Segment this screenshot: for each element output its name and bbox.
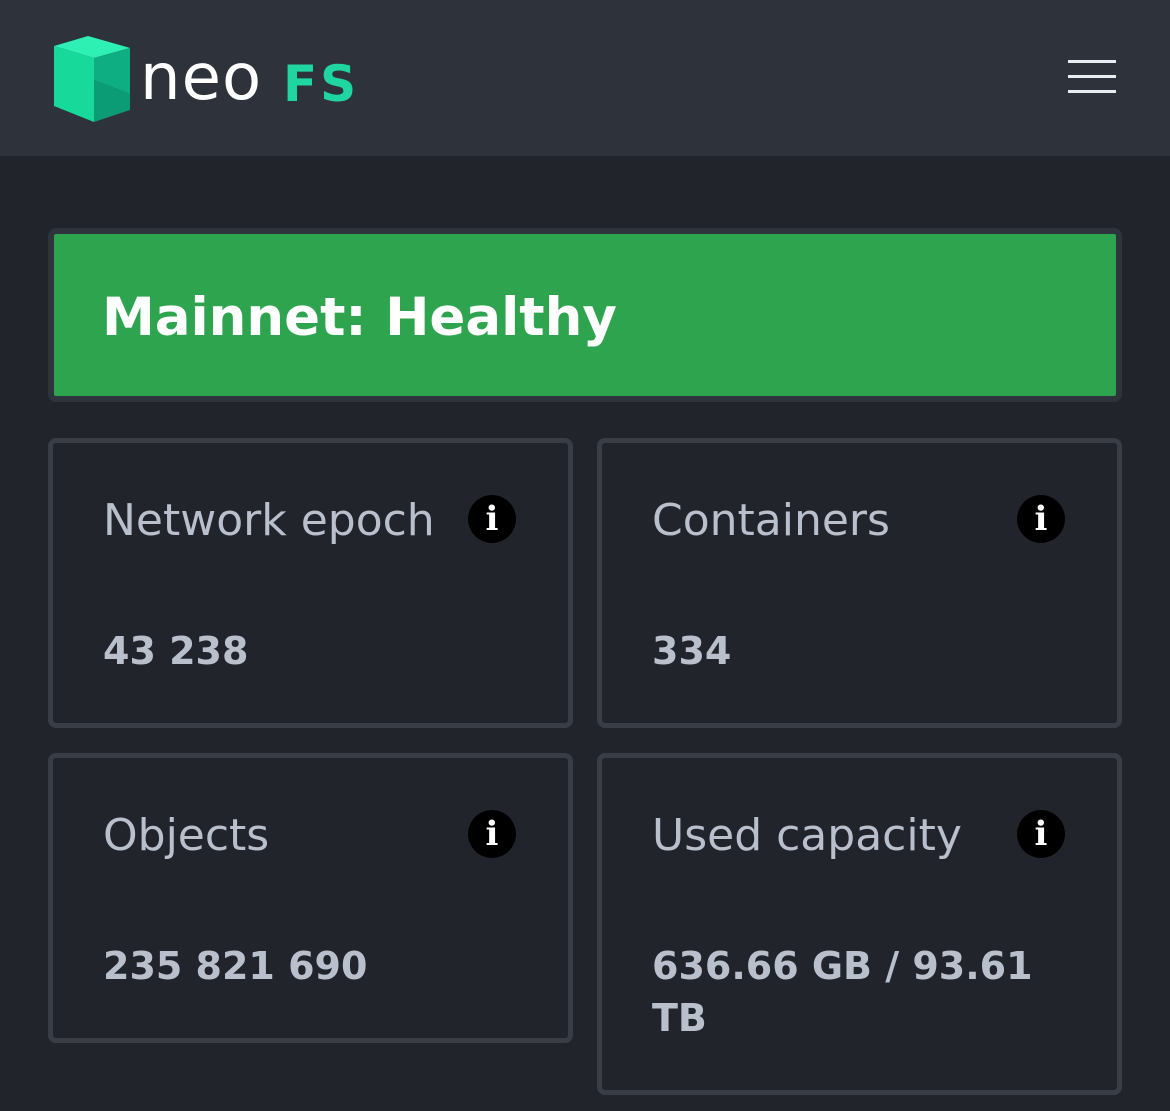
- logo-fs-text: FS: [283, 55, 360, 113]
- header: neo FS: [0, 0, 1170, 156]
- stat-card-objects: Objects i 235 821 690: [48, 753, 573, 1043]
- stat-label-objects: Objects: [103, 810, 270, 861]
- info-icon[interactable]: i: [468, 495, 516, 543]
- stat-label-used-capacity: Used capacity: [652, 810, 962, 861]
- neofs-logo[interactable]: neo FS: [54, 34, 374, 122]
- logo-neo-text: neo: [140, 41, 263, 115]
- stat-value-used-capacity: 636.66 GB / 93.61 TB: [652, 944, 1033, 1040]
- stat-value-objects: 235 821 690: [103, 944, 368, 988]
- info-icon[interactable]: i: [1017, 495, 1065, 543]
- stat-card-network-epoch: Network epoch i 43 238: [48, 438, 573, 728]
- stat-label-network-epoch: Network epoch: [103, 495, 435, 546]
- stat-label-containers: Containers: [652, 495, 890, 546]
- stat-value-network-epoch: 43 238: [103, 629, 249, 673]
- network-status-text: Mainnet: Healthy: [102, 287, 617, 348]
- stat-card-used-capacity: Used capacity i 636.66 GB / 93.61 TB: [597, 753, 1122, 1095]
- hamburger-menu-icon[interactable]: [1058, 52, 1126, 102]
- info-icon[interactable]: i: [468, 810, 516, 858]
- neo-logo-icon: [54, 36, 130, 122]
- network-status-banner: Mainnet: Healthy: [48, 228, 1122, 402]
- info-icon[interactable]: i: [1017, 810, 1065, 858]
- stat-value-containers: 334: [652, 629, 732, 673]
- stat-card-containers: Containers i 334: [597, 438, 1122, 728]
